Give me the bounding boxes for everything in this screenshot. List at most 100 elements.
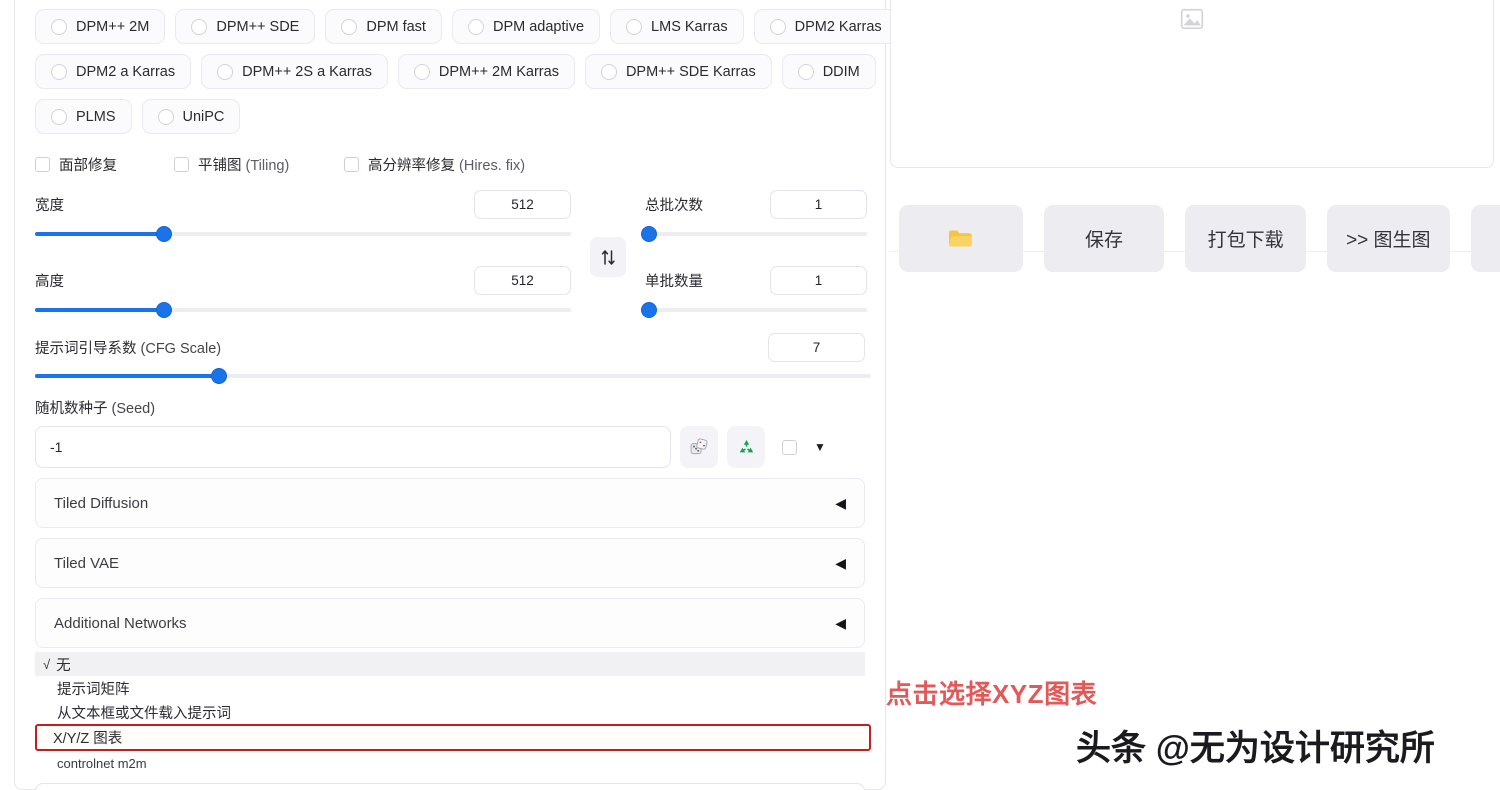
sampler-label: DPM adaptive [492,18,585,35]
radio-icon[interactable] [51,63,67,80]
radio-icon[interactable] [797,63,814,80]
accordion-title: Tiled VAE [54,554,120,572]
radio-icon[interactable] [413,63,430,80]
height-slider[interactable] [35,301,571,319]
open-folder-button[interactable] [899,205,1023,272]
send-to-img2img-button[interactable]: >> 图生图 [1326,205,1450,272]
checkbox-icon[interactable] [174,157,189,172]
reuse-seed-button[interactable] [727,426,765,468]
sampler-row-1: DPM++ 2M DPM++ SDE DPM fast DPM adaptive… [35,9,898,44]
accordion-title: Additional Networks [54,614,187,632]
chevron-left-icon[interactable]: ◀ [835,495,846,512]
radio-icon[interactable] [51,108,67,125]
dropdown-option-prompts-from-file[interactable]: 从文本框或文件载入提示词 [35,700,865,724]
sampler-option-lms-karras[interactable]: LMS Karras [610,9,744,44]
sampler-option-dpm-adaptive[interactable]: DPM adaptive [451,9,601,44]
recycle-icon [739,439,753,452]
sampler-option-ddim[interactable]: DDIM [781,54,876,89]
radio-icon[interactable] [191,18,208,35]
accordion-tiled-vae[interactable]: Tiled VAE ◀ [35,538,865,588]
checkbox-icon[interactable] [35,157,50,172]
dropdown-option-prompt-matrix[interactable]: 提示词矩阵 [35,676,865,700]
accordion-tiled-diffusion[interactable]: Tiled Diffusion ◀ [35,478,865,528]
sampler-label: DPM fast [366,18,426,35]
radio-icon[interactable] [600,63,617,80]
sampler-option-dpmpp-sde[interactable]: DPM++ SDE [175,9,316,44]
app-root: DPM++ 2M DPM++ SDE DPM fast DPM adaptive… [0,0,1500,790]
checkbox-face-restore[interactable]: 面部修复 [35,154,174,175]
seed-section: 随机数种子 (Seed) -1 ▼ [35,397,865,468]
dropdown-option-controlnet-m2m[interactable]: controlnet m2m [35,751,865,775]
sampler-label: DPM++ 2M [76,18,150,35]
seed-row: -1 ▼ [35,426,865,468]
sampler-option-dpmpp-2s-a-karras[interactable]: DPM++ 2S a Karras [201,54,388,89]
sampler-option-dpm2-a-karras[interactable]: DPM2 a Karras [35,54,192,89]
randomize-seed-button[interactable] [680,426,718,468]
batch-size-slider[interactable] [641,301,867,319]
sampler-option-dpmpp-2m[interactable]: DPM++ 2M [35,9,166,44]
annotation-click-xyz: 点击选择XYZ图表 [886,679,1098,709]
slider-track [645,308,867,312]
seed-input[interactable]: -1 [35,426,671,468]
dimensions-and-batch: 宽度 512 高度 512 总批次数 1 单批数量 1 [35,189,867,327]
dropdown-option-label: 无 [56,657,71,674]
dropdown-option-xyz-plot[interactable]: X/Y/Z 图表 [35,724,871,751]
check-icon: √ [43,656,51,672]
radio-icon[interactable] [769,18,786,35]
dropdown-option-label: 从文本框或文件载入提示词 [57,705,231,722]
sampler-option-unipc[interactable]: UniPC [141,99,241,134]
seed-expand-caret-icon[interactable]: ▼ [814,440,826,454]
batch-size-value[interactable]: 1 [770,265,867,295]
script-select[interactable]: 无 ▼ [35,783,865,790]
width-value[interactable]: 512 [474,189,571,219]
save-button[interactable]: 保存 [1043,205,1165,272]
slider-thumb[interactable] [155,302,172,318]
batch-count-label: 总批次数 [645,197,703,214]
sampler-label: DPM++ SDE [216,18,300,35]
radio-icon[interactable] [341,18,358,35]
zip-download-button[interactable]: 打包下载 [1185,205,1306,272]
radio-icon[interactable] [217,63,234,80]
width-field: 宽度 512 [35,189,571,243]
width-slider[interactable] [35,225,571,243]
image-placeholder-icon [1180,8,1204,30]
sampler-option-dpmpp-sde-karras[interactable]: DPM++ SDE Karras [584,54,772,89]
sampler-option-dpm2-karras[interactable]: DPM2 Karras [753,9,898,44]
swap-dimensions-button[interactable] [590,237,626,277]
batch-count-value[interactable]: 1 [770,189,867,219]
sampler-option-dpmpp-2m-karras[interactable]: DPM++ 2M Karras [397,54,575,89]
cfg-slider[interactable] [35,367,871,385]
accordion-additional-networks[interactable]: Additional Networks ◀ [35,598,865,648]
swap-column [571,189,645,277]
checkbox-tiling[interactable]: 平铺图 (Tiling) [174,154,344,175]
batch-count-field: 总批次数 1 [641,189,867,243]
slider-thumb[interactable] [155,226,172,242]
dimensions-column: 宽度 512 高度 512 [35,189,571,327]
slider-thumb[interactable] [641,302,658,318]
feature-checkbox-row: 面部修复 平铺图 (Tiling) 高分辨率修复 (Hires. fix) [35,154,865,175]
dropdown-option-none[interactable]: √ 无 [35,652,865,676]
height-value[interactable]: 512 [474,265,571,295]
batch-count-slider[interactable] [641,225,867,243]
chevron-left-icon[interactable]: ◀ [835,555,846,572]
sampler-label: DPM++ 2S a Karras [242,63,372,80]
slider-thumb[interactable] [210,368,227,384]
chevron-left-icon[interactable]: ◀ [835,615,846,632]
output-gallery[interactable] [890,0,1494,168]
radio-icon[interactable] [626,18,643,35]
height-label: 高度 [35,273,64,290]
dice-icon [690,438,708,455]
batch-size-field: 单批数量 1 [641,265,867,319]
radio-icon[interactable] [157,108,174,125]
cfg-value[interactable]: 7 [768,332,865,362]
radio-icon[interactable] [467,18,484,35]
slider-thumb[interactable] [641,226,658,242]
checkbox-label: 平铺图 (Tiling) [198,158,290,174]
sampler-option-plms[interactable]: PLMS [35,99,132,134]
send-to-extra-button[interactable] [1470,205,1500,272]
checkbox-hires-fix[interactable]: 高分辨率修复 (Hires. fix) [344,154,525,175]
radio-icon[interactable] [51,18,67,35]
checkbox-icon[interactable] [344,157,359,172]
seed-extra-checkbox[interactable] [782,439,797,455]
sampler-option-dpm-fast[interactable]: DPM fast [325,9,442,44]
